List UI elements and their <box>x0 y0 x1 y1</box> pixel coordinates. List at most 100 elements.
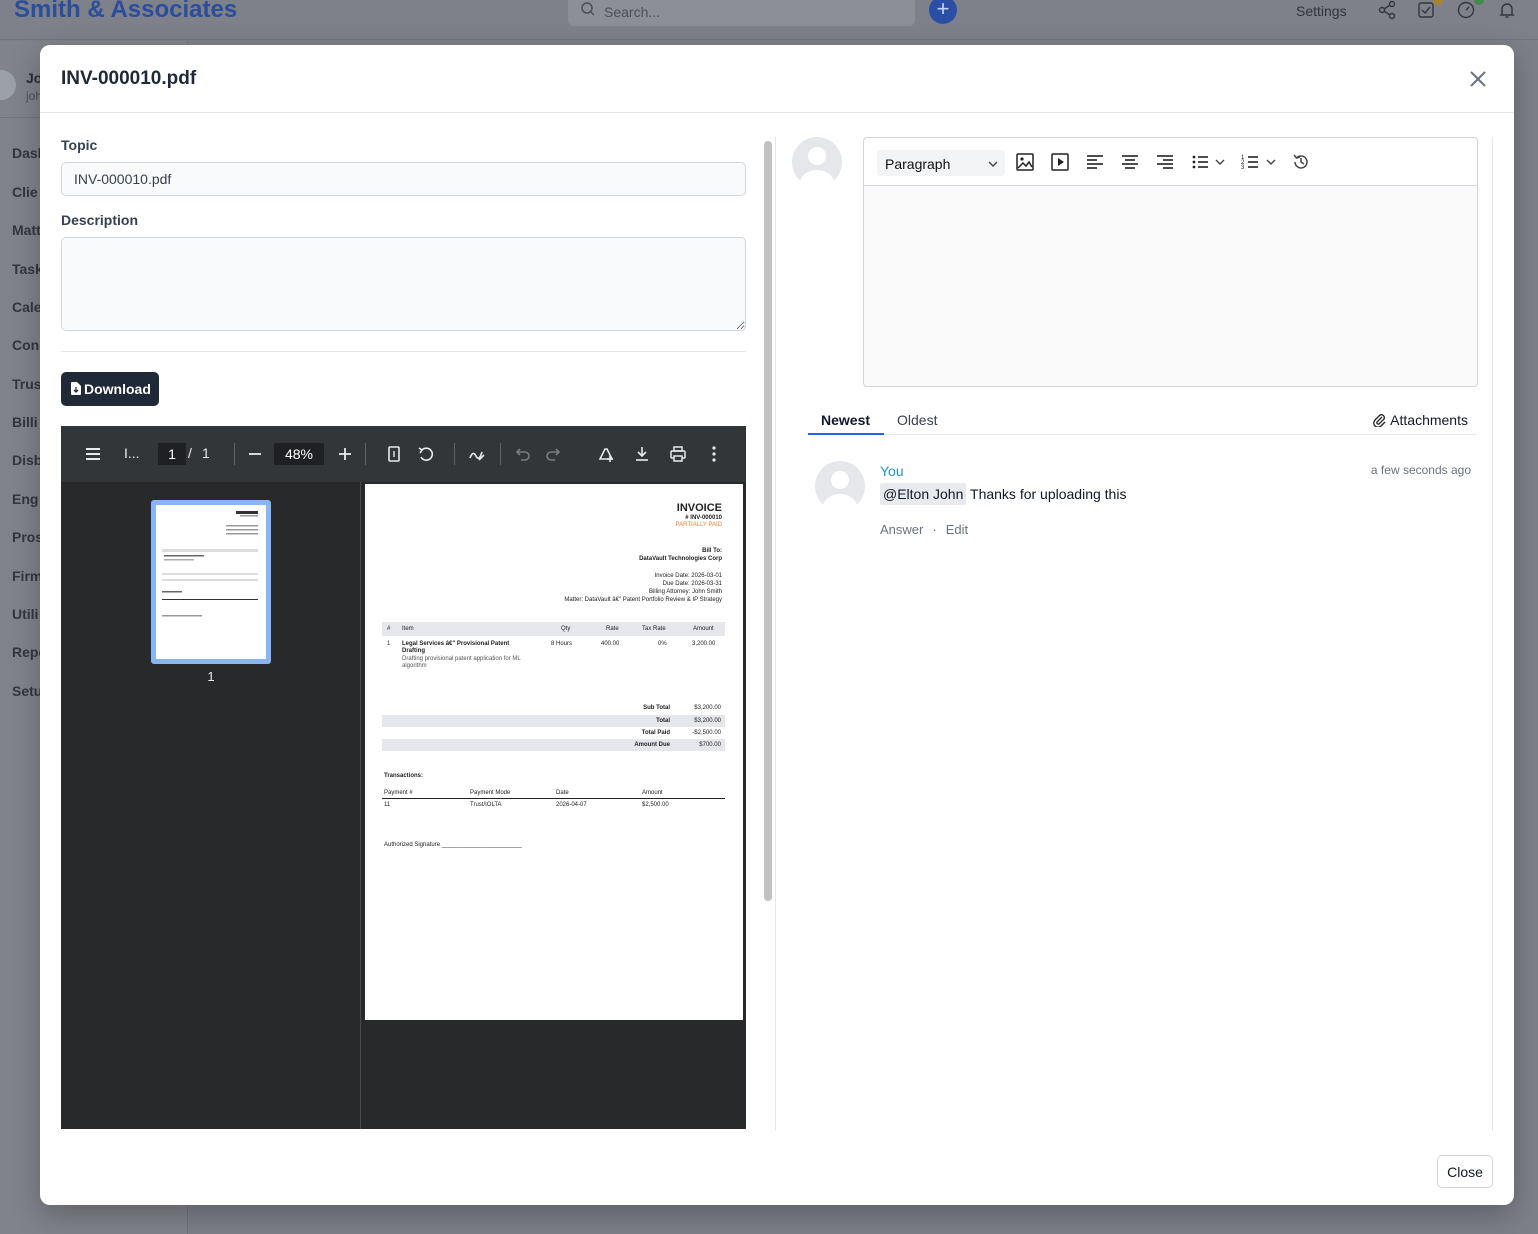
col-header: Rate <box>606 626 619 632</box>
description-textarea[interactable] <box>61 237 746 331</box>
print-icon[interactable] <box>668 444 688 464</box>
fit-page-icon[interactable] <box>384 444 404 464</box>
zoom-input[interactable]: 48% <box>274 443 324 465</box>
attachments-link[interactable]: Attachments <box>1373 412 1468 428</box>
svg-text:3: 3 <box>1241 165 1245 171</box>
annotate-icon[interactable] <box>467 444 487 464</box>
separator: · <box>932 522 937 537</box>
menu-icon[interactable] <box>83 444 103 464</box>
redo-icon[interactable] <box>544 444 564 464</box>
numbered-list-icon[interactable]: 123 <box>1240 152 1260 172</box>
txn-amount: $2,500.00 <box>642 802 669 808</box>
zoom-out-icon[interactable] <box>245 444 265 464</box>
page-separator: / <box>188 445 192 461</box>
block-format-select[interactable]: Paragraph <box>877 150 1005 176</box>
modal-header: INV-000010.pdf <box>40 45 1514 113</box>
col-header: Item <box>402 626 414 632</box>
sidebar-item-clients[interactable]: Clie <box>12 184 38 200</box>
edit-button[interactable]: Edit <box>946 522 968 537</box>
search-icon <box>581 2 595 16</box>
bill-to-label: Bill To: <box>702 548 722 554</box>
sidebar-item-utilities[interactable]: Utili <box>12 606 38 622</box>
sidebar-item-setup[interactable]: Setu <box>12 683 42 699</box>
txn-col-header: Date <box>556 790 569 796</box>
comment-author[interactable]: You <box>880 463 904 479</box>
global-search-input[interactable]: Search... <box>568 0 915 26</box>
sidebar-item-trust[interactable]: Trus <box>12 376 42 392</box>
page-thumbnail[interactable] <box>151 500 271 664</box>
brand-logo[interactable]: Smith & Associates <box>14 0 237 24</box>
total-pages: 1 <box>202 445 210 461</box>
thumbnail-page-number: 1 <box>207 669 215 684</box>
tasks-badge <box>1433 0 1443 5</box>
invoice-date: Invoice Date: 2026-03-01 <box>654 573 722 579</box>
line-tax: 0% <box>658 641 667 647</box>
sidebar-item-prospects[interactable]: Pros <box>12 529 43 545</box>
answer-button[interactable]: Answer <box>880 522 923 537</box>
mention-chip[interactable]: @Elton John <box>880 483 967 505</box>
sidebar-item-firm[interactable]: Firm <box>12 568 42 584</box>
toolbar-divider <box>454 443 455 465</box>
chevron-down-icon[interactable] <box>1265 152 1277 172</box>
comment-timestamp: a few seconds ago <box>1370 463 1471 477</box>
comment-text: Thanks for uploading this <box>970 486 1127 502</box>
page-number-input[interactable]: 1 <box>158 443 186 465</box>
insert-image-icon[interactable] <box>1015 152 1035 172</box>
tab-oldest[interactable]: Oldest <box>897 412 937 428</box>
sidebar-item-billing[interactable]: Billi <box>12 414 38 430</box>
invoice-heading: INVOICE <box>676 502 722 514</box>
sidebar-item-calendar[interactable]: Cale <box>12 299 42 315</box>
align-right-icon[interactable] <box>1155 152 1175 172</box>
chevron-down-icon[interactable] <box>1214 152 1226 172</box>
rotate-icon[interactable] <box>416 444 436 464</box>
bullet-list-icon[interactable] <box>1190 152 1210 172</box>
invoice-status: PARTIALLY PAID <box>675 522 722 528</box>
sidebar-item-disbursements[interactable]: Disb <box>12 452 42 468</box>
sidebar-item-dashboard[interactable]: Dasl <box>12 145 42 161</box>
align-left-icon[interactable] <box>1085 152 1105 172</box>
amount-due-label: Amount Due <box>634 742 670 748</box>
close-icon[interactable] <box>1466 67 1490 91</box>
txn-num: 11 <box>384 802 391 808</box>
timer-icon[interactable] <box>1456 0 1476 20</box>
quick-add-button[interactable]: + <box>929 0 957 24</box>
share-icon[interactable] <box>1377 0 1397 20</box>
comment-editor[interactable]: Paragraph 123 <box>863 137 1478 387</box>
topic-input[interactable] <box>61 162 746 196</box>
total-label: Total <box>656 718 670 724</box>
insert-media-icon[interactable] <box>1050 152 1070 172</box>
toolbar-divider <box>500 443 501 465</box>
sidebar-item-contacts[interactable]: Con <box>12 337 39 353</box>
sidebar-item-matters[interactable]: Matt <box>12 222 41 238</box>
scrollbar-thumb[interactable] <box>764 141 772 901</box>
txn-col-header: Payment Mode <box>470 790 511 796</box>
avatar <box>815 461 865 511</box>
line-desc-cont: algorithm <box>402 663 427 669</box>
close-button[interactable]: Close <box>1437 1155 1493 1188</box>
download-icon[interactable] <box>632 444 652 464</box>
sidebar-item-engagements[interactable]: Eng <box>12 491 38 507</box>
amount-due-value: $700.00 <box>699 742 721 748</box>
total-value: $3,200.00 <box>694 718 721 724</box>
modal-title: INV-000010.pdf <box>61 68 197 89</box>
tab-newest[interactable]: Newest <box>821 412 870 428</box>
pdf-title: I... <box>124 445 140 461</box>
more-options-icon[interactable] <box>704 444 724 464</box>
sidebar-item-tasks[interactable]: Task <box>12 261 43 277</box>
save-to-drive-icon[interactable] <box>596 444 616 464</box>
zoom-in-icon[interactable] <box>335 444 355 464</box>
align-center-icon[interactable] <box>1120 152 1140 172</box>
table-header-band <box>382 622 725 636</box>
undo-icon[interactable] <box>512 444 532 464</box>
details-scrollbar[interactable] <box>761 137 776 1131</box>
total-paid-label: Total Paid <box>641 730 670 736</box>
download-button[interactable]: Download <box>61 372 159 406</box>
settings-link[interactable]: Settings <box>1296 3 1347 19</box>
panel-border <box>1492 137 1493 1131</box>
history-icon[interactable] <box>1291 152 1311 172</box>
line-desc: Drafting provisional patent application … <box>402 656 521 662</box>
line-rate: 400.00 <box>601 641 620 647</box>
page-thumbnail-preview <box>162 511 258 617</box>
col-header: Qty <box>561 626 571 632</box>
notifications-icon[interactable] <box>1497 0 1517 20</box>
